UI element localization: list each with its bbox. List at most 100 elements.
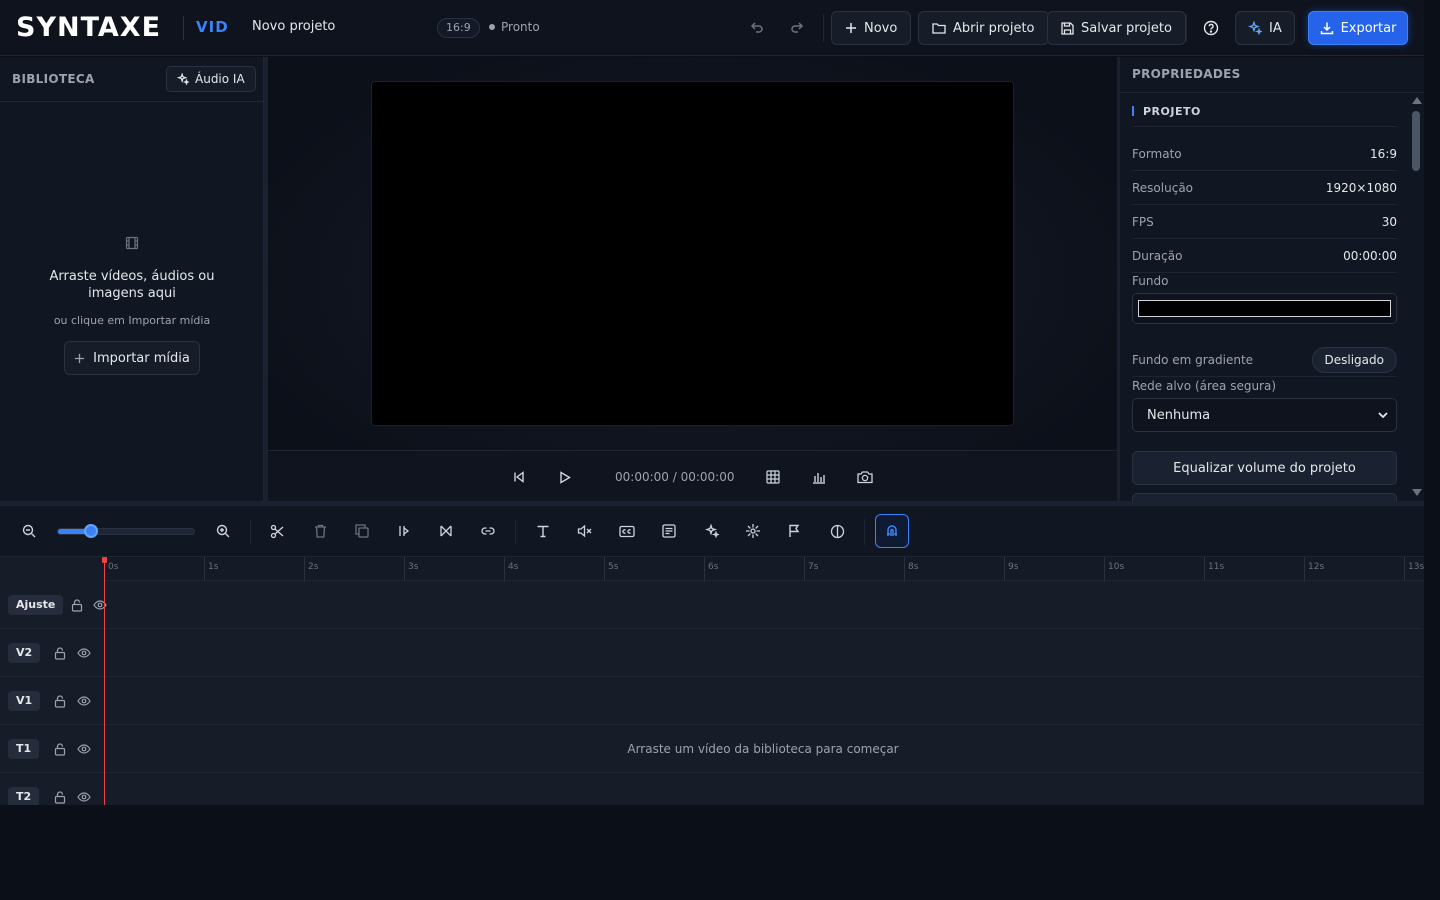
scroll-thumb[interactable] — [1412, 111, 1420, 171]
new-project-button[interactable]: Novo — [831, 11, 912, 45]
save-project-button[interactable]: Salvar projeto — [1047, 11, 1186, 45]
text-icon — [537, 525, 549, 538]
help-icon — [1203, 20, 1219, 36]
properties-title: PROPRIEDADES — [1120, 57, 1424, 93]
sparkles-icon — [177, 73, 189, 85]
track-lock-button[interactable] — [53, 646, 67, 660]
track-row-v2[interactable]: V2 — [0, 629, 1422, 677]
zoom-slider[interactable] — [57, 524, 195, 538]
grid-icon — [766, 470, 780, 484]
ruler-tick: 9s — [1004, 557, 1018, 581]
delete-button[interactable] — [311, 522, 329, 540]
status-dot — [489, 24, 495, 30]
gradient-row: Fundo em gradiente Desligado — [1132, 343, 1397, 377]
snap-toggle-button[interactable] — [875, 514, 909, 548]
track-visibility-button[interactable] — [77, 742, 91, 756]
subtitles-icon — [662, 524, 676, 538]
top-bar: SYNTAXE VID Novo projeto 16:9 Pronto Nov… — [0, 0, 1424, 56]
library-header: BIBLIOTECA Áudio IA — [0, 57, 263, 102]
snapshot-button[interactable] — [856, 468, 874, 486]
library-empty-state: Arraste vídeos, áudios ou imagens aqui o… — [0, 235, 264, 375]
background-color-picker[interactable] — [1132, 293, 1397, 324]
track-row-t2[interactable]: T2 — [0, 773, 1422, 805]
open-project-button[interactable]: Abrir projeto — [918, 11, 1049, 45]
magnet-icon — [887, 525, 897, 536]
zoom-in-button[interactable] — [214, 522, 232, 540]
zoom-out-icon — [22, 524, 36, 538]
track-lock-button[interactable] — [70, 598, 84, 612]
trash-icon — [314, 524, 326, 538]
save-label: Salvar projeto — [1081, 20, 1172, 36]
skip-to-start-button[interactable] — [510, 468, 528, 486]
export-button[interactable]: Exportar — [1308, 11, 1408, 45]
project-name[interactable]: Novo projeto — [252, 19, 335, 34]
chevron-down-icon — [1378, 411, 1388, 418]
play-button[interactable] — [556, 468, 574, 486]
duplicate-button[interactable] — [353, 522, 371, 540]
track-row-v1[interactable]: V1 — [0, 677, 1422, 725]
preview-canvas[interactable] — [371, 81, 1014, 426]
status-text: Pronto — [501, 20, 540, 34]
import-media-button[interactable]: Importar mídia — [64, 341, 200, 375]
split-button[interactable] — [268, 522, 286, 540]
time-ruler[interactable]: 0s 1s 2s 3s 4s 5s 6s 7s 8s 9s 10s 11s 12s 13s — [104, 557, 1424, 581]
gradient-toggle[interactable]: Desligado — [1311, 346, 1397, 373]
grid-button[interactable] — [764, 468, 782, 486]
zoom-out-button[interactable] — [20, 522, 38, 540]
timecode: 00:00:00 / 00:00:00 — [615, 470, 735, 484]
track-label: V2 — [8, 643, 41, 663]
audio-ai-label: Áudio IA — [195, 72, 245, 86]
properties-scrollbar[interactable] — [1408, 93, 1424, 501]
new-label: Novo — [864, 20, 898, 36]
ai-effects-button[interactable] — [703, 522, 721, 540]
playhead-handle[interactable] — [102, 557, 107, 563]
help-button[interactable] — [1199, 16, 1223, 40]
camera-icon — [857, 471, 873, 484]
prop-row-format: Formato 16:9 — [1132, 137, 1397, 171]
track-visibility-button[interactable] — [77, 694, 91, 708]
prop-value: 1920×1080 — [1325, 180, 1397, 195]
track-visibility-button[interactable] — [77, 790, 91, 804]
audio-ai-button[interactable]: Áudio IA — [166, 66, 256, 92]
scroll-up-arrow[interactable] — [1412, 97, 1422, 104]
ai-button[interactable]: IA — [1235, 11, 1295, 45]
prop-value: 30 — [1381, 214, 1397, 229]
track-lock-button[interactable] — [53, 790, 67, 804]
track-row-adjust[interactable]: Ajuste — [0, 581, 1422, 629]
marker-button[interactable] — [785, 522, 803, 540]
background-label: Fundo — [1132, 274, 1169, 288]
playhead[interactable] — [104, 557, 105, 805]
prop-label: FPS — [1132, 214, 1154, 229]
ruler-tick: 5s — [604, 557, 618, 581]
track-visibility-button[interactable] — [77, 646, 91, 660]
playback-controls: 00:00:00 / 00:00:00 — [268, 450, 1117, 501]
captions-button[interactable] — [618, 522, 636, 540]
next-button-partial[interactable] — [1132, 493, 1397, 501]
color-adjust-button[interactable] — [828, 522, 846, 540]
safe-area-select[interactable]: Nenhuma — [1132, 398, 1397, 432]
track-header: V1 — [0, 677, 104, 725]
track-lock-button[interactable] — [53, 694, 67, 708]
link-button[interactable] — [479, 522, 497, 540]
equalize-volume-button[interactable]: Equalizar volume do projeto — [1132, 451, 1397, 485]
trim-button[interactable] — [395, 522, 413, 540]
audio-meter-button[interactable] — [810, 468, 828, 486]
effects-button[interactable] — [744, 522, 762, 540]
contrast-icon — [830, 524, 844, 538]
zoom-slider-thumb[interactable] — [83, 524, 98, 538]
mute-button[interactable] — [576, 522, 594, 540]
save-icon — [1061, 21, 1074, 35]
ruler-tick: 11s — [1204, 557, 1224, 581]
scroll-down-arrow[interactable] — [1412, 489, 1422, 496]
eye-icon — [77, 744, 91, 754]
transition-button[interactable] — [437, 522, 455, 540]
track-lock-button[interactable] — [53, 742, 67, 756]
ruler-tick: 12s — [1304, 557, 1324, 581]
link-icon — [481, 527, 495, 535]
status-indicator: Pronto — [489, 20, 540, 34]
undo-button[interactable] — [745, 16, 769, 40]
redo-button[interactable] — [785, 16, 809, 40]
add-text-button[interactable] — [534, 522, 552, 540]
subtitles-button[interactable] — [660, 522, 678, 540]
timeline[interactable]: 0s 1s 2s 3s 4s 5s 6s 7s 8s 9s 10s 11s 12s 13s Ajuste … — [0, 557, 1424, 805]
